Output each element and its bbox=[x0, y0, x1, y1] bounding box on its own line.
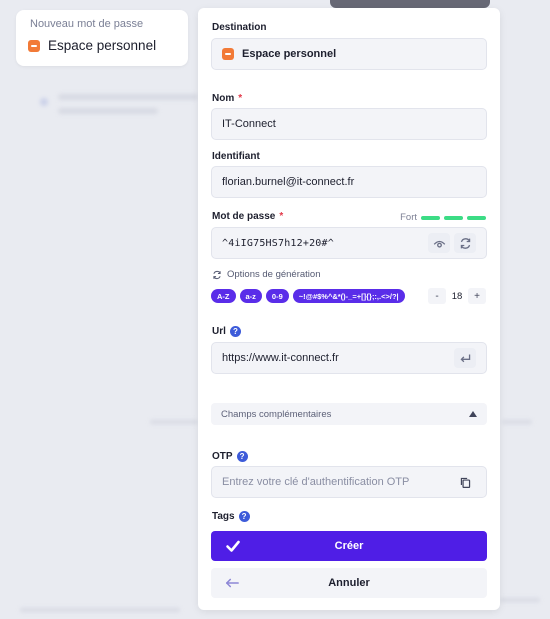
chip-lowercase[interactable]: a-z bbox=[239, 289, 262, 303]
length-increment-button[interactable]: + bbox=[468, 288, 486, 304]
name-label: Nom * bbox=[212, 93, 243, 104]
strength-label: Fort bbox=[400, 212, 417, 223]
extra-fields-toggle[interactable]: Champs complémentaires bbox=[211, 403, 487, 425]
help-icon[interactable]: ? bbox=[238, 511, 250, 522]
card-title: Nouveau mot de passe bbox=[30, 18, 144, 30]
create-button[interactable]: Créer bbox=[211, 531, 487, 561]
strength-bar bbox=[444, 215, 463, 220]
identifier-value: florian.burnel@it-connect.fr bbox=[222, 176, 355, 188]
destination-select[interactable]: Espace personnel bbox=[211, 38, 487, 70]
chip-digits[interactable]: 0-9 bbox=[265, 289, 289, 303]
vault-icon bbox=[222, 48, 234, 60]
strength-bar bbox=[467, 215, 486, 220]
destination-value: Espace personnel bbox=[242, 48, 337, 60]
password-form-panel: Destination Espace personnel Nom * IT-Co… bbox=[198, 8, 500, 610]
length-value[interactable]: 18 bbox=[446, 291, 468, 302]
collapse-up-icon bbox=[469, 411, 477, 417]
chip-symbols[interactable]: ~!@#$%^&*()-_=+[]{};:,.<>/?| bbox=[292, 289, 405, 303]
strength-bar bbox=[421, 215, 440, 220]
length-decrement-button[interactable]: - bbox=[428, 288, 446, 304]
otp-placeholder: Entrez votre clé d'authentification OTP bbox=[222, 476, 410, 488]
copy-icon[interactable] bbox=[454, 472, 476, 492]
enter-icon[interactable] bbox=[454, 348, 476, 368]
url-input[interactable]: https://www.it-connect.fr bbox=[211, 342, 487, 374]
arrow-left-icon bbox=[225, 578, 239, 588]
extra-fields-label: Champs complémentaires bbox=[221, 408, 332, 420]
otp-label: OTP ? bbox=[212, 451, 248, 462]
otp-input[interactable]: Entrez votre clé d'authentification OTP bbox=[211, 466, 487, 498]
new-password-card: Nouveau mot de passe Espace personnel bbox=[16, 10, 188, 66]
password-input[interactable]: ^4iIG75HS7h12+20#^ bbox=[211, 227, 487, 259]
password-strength: Fort bbox=[400, 212, 486, 223]
vault-name: Espace personnel bbox=[48, 38, 157, 53]
refresh-icon[interactable] bbox=[454, 233, 476, 253]
generation-options-toggle[interactable]: Options de génération bbox=[212, 269, 320, 280]
help-icon[interactable]: ? bbox=[229, 326, 241, 337]
name-value: IT-Connect bbox=[222, 118, 276, 130]
password-label: Mot de passe * bbox=[212, 211, 284, 222]
required-mark: * bbox=[279, 211, 284, 222]
identifier-label: Identifiant bbox=[212, 151, 260, 162]
create-label: Créer bbox=[334, 540, 364, 552]
cancel-button[interactable]: Annuler bbox=[211, 568, 487, 598]
name-input[interactable]: IT-Connect bbox=[211, 108, 487, 140]
url-value: https://www.it-connect.fr bbox=[222, 352, 339, 364]
check-icon bbox=[226, 540, 240, 552]
vault-icon bbox=[28, 39, 40, 52]
url-label: Url ? bbox=[212, 326, 241, 337]
password-value: ^4iIG75HS7h12+20#^ bbox=[222, 237, 334, 249]
destination-label: Destination bbox=[212, 22, 267, 33]
generation-icon bbox=[213, 270, 221, 279]
chip-uppercase[interactable]: A-Z bbox=[211, 289, 236, 303]
identifier-input[interactable]: florian.burnel@it-connect.fr bbox=[211, 166, 487, 198]
cancel-label: Annuler bbox=[328, 577, 370, 589]
help-icon[interactable]: ? bbox=[236, 451, 248, 462]
tags-label: Tags ? bbox=[212, 511, 250, 522]
eye-icon[interactable] bbox=[428, 233, 450, 253]
generation-label: Options de génération bbox=[227, 269, 321, 280]
charset-chips: A-Z a-z 0-9 ~!@#$%^&*()-_=+[]{};:,.<>/?| bbox=[211, 289, 405, 303]
required-mark: * bbox=[238, 93, 243, 104]
length-stepper: - 18 + bbox=[428, 288, 486, 304]
